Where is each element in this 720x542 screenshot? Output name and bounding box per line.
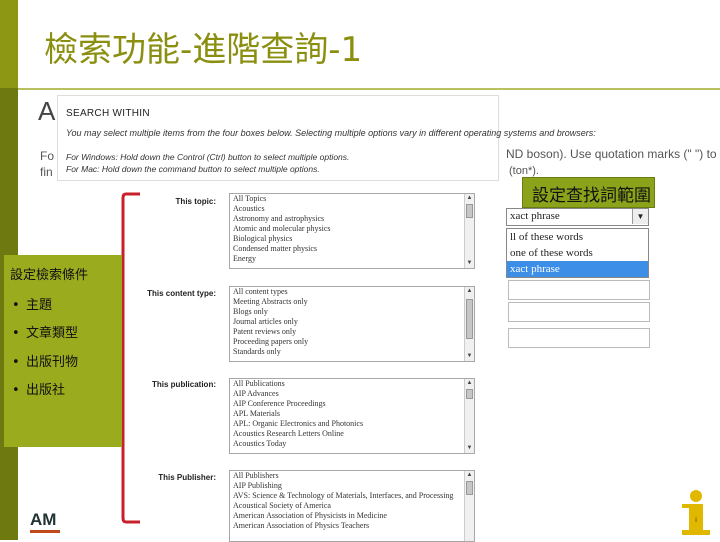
scroll-up-icon[interactable]: ▲ (465, 471, 474, 480)
content-type-option[interactable]: Blogs only (230, 307, 474, 317)
publisher-option[interactable]: AIP Publishing (230, 481, 474, 491)
topic-label: This topic: (175, 197, 216, 206)
scroll-thumb[interactable] (466, 204, 473, 218)
dropdown-option[interactable]: one of these words (507, 245, 648, 261)
content-type-scrollbar[interactable]: ▲ ▼ (464, 287, 474, 361)
condition-item-label: 出版刊物 (26, 355, 79, 370)
publisher-option[interactable]: American Association of Physics Teachers (230, 521, 474, 531)
publisher-listbox[interactable]: All Publishers AIP Publishing AVS: Scien… (229, 470, 475, 542)
publication-scrollbar[interactable]: ▲ ▼ (464, 379, 474, 453)
search-help-text: (ton*). (509, 165, 539, 177)
top-accent-block (0, 0, 18, 88)
condition-item: • 出版刊物 (12, 351, 78, 370)
scroll-down-icon[interactable]: ▼ (465, 259, 474, 268)
content-type-label: This content type: (147, 289, 216, 298)
search-within-title: SEARCH WITHIN (66, 108, 150, 119)
conditions-panel-title: 設定檢索條件 (10, 268, 89, 283)
content-type-option[interactable]: Standards only (230, 347, 474, 357)
scroll-up-icon[interactable]: ▲ (465, 194, 474, 203)
scroll-thumb[interactable] (466, 389, 473, 399)
range-callout-text: 設定查找詞範圍 (532, 186, 651, 206)
publisher-option[interactable]: AVS: Science & Technology of Materials, … (230, 491, 474, 501)
content-type-listbox[interactable]: All content types Meeting Abstracts only… (229, 286, 475, 362)
topic-option[interactable]: Condensed matter physics (230, 244, 474, 254)
dropdown-option[interactable]: ll of these words (507, 229, 648, 245)
windows-hint: For Windows: Hold down the Control (Ctrl… (66, 152, 350, 162)
scroll-thumb[interactable] (466, 481, 473, 495)
scroll-down-icon[interactable]: ▼ (465, 444, 474, 453)
publisher-label: This Publisher: (158, 473, 216, 482)
publication-option[interactable]: Acoustics Today (230, 439, 474, 449)
topic-option[interactable]: Atomic and molecular physics (230, 224, 474, 234)
topic-option[interactable]: Acoustics (230, 204, 474, 214)
dropdown-option-selected[interactable]: xact phrase (507, 261, 648, 277)
publisher-option[interactable]: Acoustical Society of America (230, 501, 474, 511)
advanced-search-heading: A (38, 96, 56, 126)
publication-option[interactable]: APL: Organic Electronics and Photonics (230, 419, 474, 429)
publisher-scrollbar[interactable]: ▲ (464, 471, 474, 541)
condition-item-label: 文章類型 (26, 326, 79, 341)
scroll-down-icon[interactable]: ▼ (465, 352, 474, 361)
publication-option[interactable]: All Publications (230, 379, 474, 389)
red-bracket-annotation (121, 192, 140, 524)
publication-option[interactable]: Acoustics Research Letters Online (230, 429, 474, 439)
topic-option[interactable]: All Topics (230, 194, 474, 204)
content-type-option[interactable]: All content types (230, 287, 474, 297)
background-text-fragment: fin (40, 165, 53, 179)
publication-option[interactable]: AIP Advances (230, 389, 474, 399)
publication-label: This publication: (152, 380, 216, 389)
topic-option[interactable]: Astronomy and astrophysics (230, 214, 474, 224)
topic-listbox[interactable]: All Topics Acoustics Astronomy and astro… (229, 193, 475, 269)
publication-listbox[interactable]: All Publications AIP Advances AIP Confer… (229, 378, 475, 454)
bullet-icon: • (12, 355, 20, 370)
mac-hint: For Mac: Hold down the command button to… (66, 164, 320, 174)
condition-item: • 主題 (12, 294, 52, 313)
topic-option[interactable]: Energy (230, 254, 474, 264)
search-help-text: ND boson). Use quotation marks (" ") to (506, 147, 717, 161)
search-text-field[interactable] (508, 302, 650, 322)
topic-scrollbar[interactable]: ▲ ▼ (464, 194, 474, 268)
chevron-down-icon[interactable]: ▼ (632, 209, 648, 224)
logo-underline (30, 530, 60, 533)
content-type-option[interactable]: Meeting Abstracts only (230, 297, 474, 307)
publisher-option[interactable]: American Association of Physicists in Me… (230, 511, 474, 521)
publication-option[interactable]: AIP Conference Proceedings (230, 399, 474, 409)
background-text-fragment: Fo (40, 149, 55, 163)
slide-title: 檢索功能-進階查詢-1 (44, 30, 363, 70)
content-type-option[interactable]: Proceeding papers only (230, 337, 474, 347)
scroll-thumb[interactable] (466, 299, 473, 339)
condition-item-label: 主題 (26, 298, 53, 313)
bullet-icon: • (12, 383, 20, 398)
scroll-up-icon[interactable]: ▲ (465, 287, 474, 296)
bullet-icon: • (12, 326, 20, 341)
publisher-option[interactable]: All Publishers (230, 471, 474, 481)
content-type-option[interactable]: Patent reviews only (230, 327, 474, 337)
topic-option[interactable]: Biological physics (230, 234, 474, 244)
info-logo-icon: i (682, 490, 710, 535)
search-text-field[interactable] (508, 328, 650, 348)
publication-option[interactable]: APL Materials (230, 409, 474, 419)
condition-item-label: 出版社 (26, 383, 66, 398)
search-within-description: You may select multiple items from the f… (66, 128, 596, 138)
search-text-field[interactable] (508, 280, 650, 300)
publisher-logo: AM (30, 510, 57, 529)
scroll-up-icon[interactable]: ▲ (465, 379, 474, 388)
condition-item: • 出版社 (12, 379, 65, 398)
phrase-select-value: xact phrase (510, 210, 560, 222)
condition-item: • 文章類型 (12, 322, 78, 341)
bullet-icon: • (12, 298, 20, 313)
content-type-option[interactable]: Journal articles only (230, 317, 474, 327)
